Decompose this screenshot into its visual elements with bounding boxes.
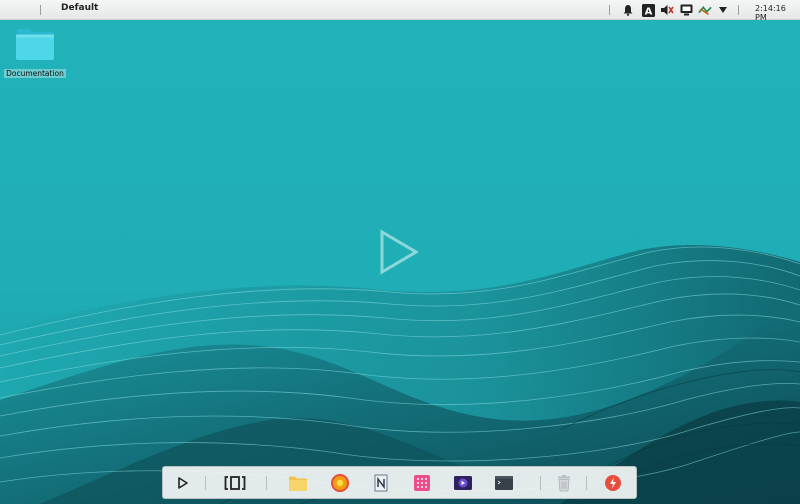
clock[interactable]: 2:14:16 PM bbox=[755, 4, 800, 22]
top-panel: Default A 2:14:16 PM bbox=[0, 0, 800, 22]
launcher-icon[interactable] bbox=[172, 473, 194, 493]
dock-separator bbox=[205, 476, 206, 490]
folder-icon bbox=[16, 29, 54, 60]
app-store-icon[interactable] bbox=[411, 473, 433, 493]
desktop-screen: Default A 2:14:16 PM Documentation bbox=[0, 0, 800, 504]
video-player-icon[interactable] bbox=[452, 473, 474, 493]
browser-icon[interactable] bbox=[329, 473, 351, 493]
network-icon[interactable] bbox=[698, 3, 712, 17]
text-editor-icon[interactable] bbox=[370, 473, 392, 493]
keyboard-layout-icon[interactable]: A bbox=[641, 3, 655, 17]
file-manager-icon[interactable] bbox=[287, 473, 309, 493]
panel-separator bbox=[40, 5, 41, 15]
desktop-wallpaper bbox=[0, 0, 800, 504]
desktop-icon-label: Documentation bbox=[4, 69, 66, 78]
desktop-folder-documentation[interactable]: Documentation bbox=[4, 27, 66, 80]
workspace-label[interactable]: Default bbox=[61, 3, 98, 13]
power-icon[interactable] bbox=[602, 473, 624, 493]
dock-separator bbox=[540, 476, 541, 490]
display-icon[interactable] bbox=[679, 3, 693, 17]
notification-bell-icon[interactable] bbox=[621, 3, 635, 17]
keyboard-layout-letter: A bbox=[644, 6, 652, 17]
dropdown-arrow-icon[interactable] bbox=[716, 3, 730, 17]
dock-separator bbox=[266, 476, 267, 490]
panel-separator bbox=[609, 5, 610, 15]
trash-icon[interactable] bbox=[553, 473, 575, 493]
dock bbox=[162, 466, 637, 499]
dock-separator bbox=[586, 476, 587, 490]
multitasking-view-icon[interactable] bbox=[224, 473, 246, 493]
panel-separator bbox=[738, 5, 739, 15]
volume-muted-icon[interactable] bbox=[660, 3, 674, 17]
terminal-icon[interactable] bbox=[493, 473, 515, 493]
